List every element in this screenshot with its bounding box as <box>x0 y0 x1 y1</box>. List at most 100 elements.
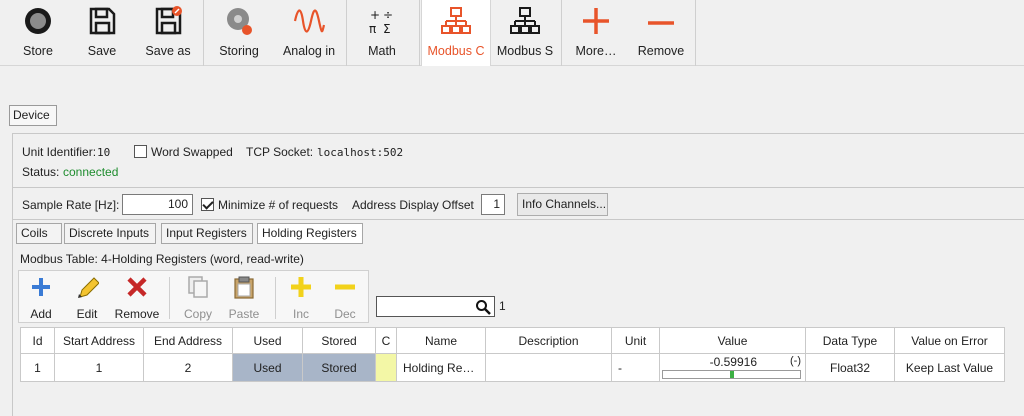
column-header-unit[interactable]: Unit <box>611 327 660 354</box>
svg-text:÷: ÷ <box>383 8 393 22</box>
save-as-button[interactable]: Save as <box>138 0 198 66</box>
value-level-bar <box>662 370 801 379</box>
analog-wave-icon <box>293 9 325 33</box>
svg-text:π: π <box>369 22 376 36</box>
modbus-server-button[interactable]: Modbus S <box>493 0 557 66</box>
more-label: More… <box>575 44 617 58</box>
remove-button[interactable]: Remove <box>113 271 161 323</box>
add-button[interactable]: Add <box>21 271 61 323</box>
save-as-label: Save as <box>145 44 191 58</box>
pencil-icon <box>78 277 99 298</box>
minimize-requests-checkbox[interactable] <box>201 198 214 211</box>
remove-label: Remove <box>114 307 160 321</box>
paste-label: Paste <box>228 307 260 321</box>
analog-in-button[interactable]: Analog in <box>276 0 342 66</box>
remove-channel-button[interactable]: Remove <box>632 0 690 66</box>
search-input[interactable] <box>376 296 495 317</box>
column-header-used[interactable]: Used <box>232 327 303 354</box>
main-toolbar: Store Save Save as Storing Analog in + ÷… <box>0 0 1024 66</box>
store-label: Store <box>23 44 53 58</box>
cell-id[interactable]: 1 <box>20 353 55 382</box>
column-header-stored[interactable]: Stored <box>302 327 376 354</box>
column-header-name[interactable]: Name <box>396 327 486 354</box>
toolbar-separator <box>275 277 276 319</box>
save-label: Save <box>87 44 117 58</box>
toolbar-separator <box>169 277 170 319</box>
cell-stored[interactable]: Stored <box>302 353 376 382</box>
tcp-socket-label: TCP Socket: <box>246 145 314 159</box>
minimize-requests-label: Minimize # of requests <box>218 198 339 212</box>
divider <box>12 187 1024 188</box>
paste-icon <box>234 276 254 299</box>
value-level-marker <box>729 371 734 378</box>
word-swapped-checkbox[interactable] <box>134 145 147 158</box>
column-header-description[interactable]: Description <box>485 327 612 354</box>
analog-in-label: Analog in <box>282 44 336 58</box>
divider <box>12 219 1024 220</box>
edit-button[interactable]: Edit <box>67 271 107 323</box>
column-header-data-type[interactable]: Data Type <box>805 327 895 354</box>
column-header-value[interactable]: Value <box>659 327 806 354</box>
column-header-end-address[interactable]: End Address <box>143 327 233 354</box>
inc-button[interactable]: Inc <box>281 271 321 323</box>
cell-name[interactable]: Holding Re… <box>396 353 486 382</box>
value-indicator: (-) <box>790 355 801 367</box>
tab-holding-registers[interactable]: Holding Registers <box>257 223 363 244</box>
math-label: Math <box>368 44 396 58</box>
table-row[interactable]: 1 1 2 Used Stored Holding Re… - -0.59916… <box>20 353 1005 382</box>
network-icon <box>441 7 471 34</box>
unit-identifier-value: 10 <box>97 146 111 159</box>
storing-icon <box>227 8 252 35</box>
search-icon[interactable] <box>475 299 491 315</box>
cell-start-address[interactable]: 1 <box>54 353 144 382</box>
save-button[interactable]: Save <box>74 0 130 66</box>
dec-label: Dec <box>334 307 356 321</box>
status-label: Status: <box>22 165 60 179</box>
cell-c[interactable] <box>375 353 397 382</box>
column-header-id[interactable]: Id <box>20 327 55 354</box>
remove-channel-label: Remove <box>637 44 685 58</box>
cell-unit[interactable]: - <box>611 353 660 382</box>
dec-button[interactable]: Dec <box>325 271 365 323</box>
inc-label: Inc <box>292 307 309 321</box>
svg-text:Σ: Σ <box>383 22 391 36</box>
cell-used[interactable]: Used <box>232 353 303 382</box>
column-header-start-address[interactable]: Start Address <box>54 327 144 354</box>
modbus-client-button[interactable]: Modbus C <box>421 0 491 66</box>
tab-discrete-inputs[interactable]: Discrete Inputs <box>64 223 156 244</box>
holding-registers-table: Id Start Address End Address Used Stored… <box>20 327 1005 382</box>
modbus-server-label: Modbus S <box>496 44 554 58</box>
minus-icon <box>648 21 674 25</box>
save-as-icon <box>155 6 182 35</box>
copy-button[interactable]: Copy <box>177 271 219 323</box>
cell-description[interactable] <box>485 353 612 382</box>
address-offset-input[interactable]: 1 <box>481 194 505 215</box>
math-button[interactable]: + ÷ π Σ Math <box>354 0 410 66</box>
paste-button[interactable]: Paste <box>222 271 266 323</box>
cell-value-on-error[interactable]: Keep Last Value <box>894 353 1005 382</box>
store-button[interactable]: Store <box>10 0 66 66</box>
delete-x-icon <box>127 277 147 297</box>
tab-coils[interactable]: Coils <box>16 223 62 244</box>
cell-value[interactable]: -0.59916 (-) <box>659 353 806 382</box>
info-channels-button[interactable]: Info Channels... <box>517 193 608 216</box>
sample-rate-input[interactable]: 100 <box>122 194 193 215</box>
cell-data-type[interactable]: Float32 <box>805 353 895 382</box>
more-button[interactable]: More… <box>568 0 624 66</box>
address-offset-label: Address Display Offset <box>352 198 474 212</box>
save-icon <box>89 7 116 35</box>
add-icon <box>32 278 50 296</box>
word-swapped-label: Word Swapped <box>151 145 233 159</box>
column-header-value-on-error[interactable]: Value on Error <box>894 327 1005 354</box>
svg-text:+: + <box>370 8 380 22</box>
copy-label: Copy <box>183 307 212 321</box>
tab-input-registers[interactable]: Input Registers <box>161 223 253 244</box>
unit-identifier-label: Unit Identifier: <box>22 145 97 159</box>
column-header-c[interactable]: C <box>375 327 397 354</box>
math-icon: + ÷ π Σ <box>369 8 393 36</box>
add-label: Add <box>30 307 52 321</box>
storing-button[interactable]: Storing <box>210 0 268 66</box>
plus-icon <box>583 8 609 34</box>
tab-device[interactable]: Device <box>9 105 57 126</box>
cell-end-address[interactable]: 2 <box>143 353 233 382</box>
